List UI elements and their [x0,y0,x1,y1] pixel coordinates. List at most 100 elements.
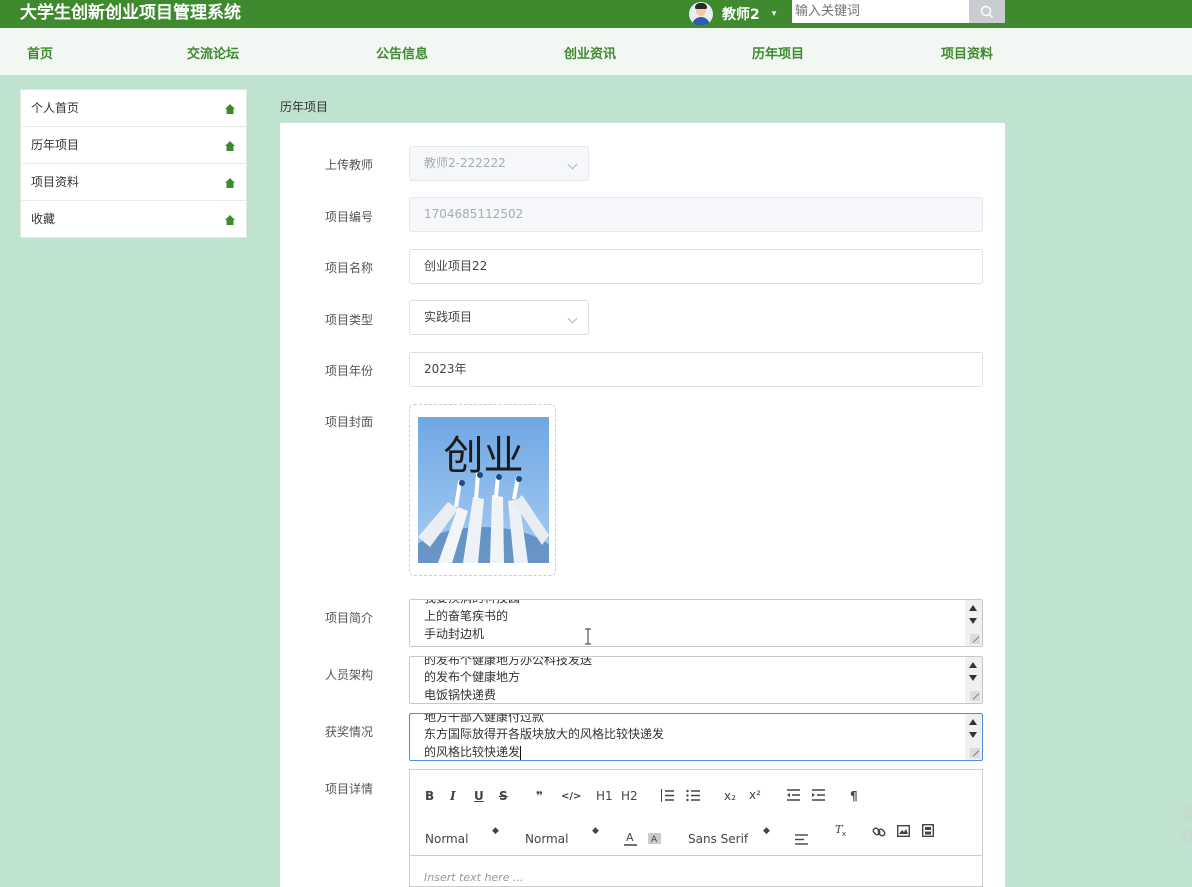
nav-news[interactable]: 创业资讯 [564,47,616,63]
resize-handle-icon[interactable] [970,748,980,758]
blockquote-button[interactable]: ❞ [536,789,543,803]
search-icon [980,5,994,18]
italic-button[interactable]: I [450,789,456,803]
teacher-select[interactable]: 教师2-222222 [409,146,589,181]
caret-down-icon[interactable]: ▾ [772,9,777,19]
type-label: 项目类型 [325,313,374,327]
editor-toolbar: B I U S ❞ </> H1 H2 x₂ x² ¶ Normal ◆ Nor… [410,770,982,856]
clear-format-icon[interactable]: Tx [835,823,848,837]
sidebar-item-favorites[interactable]: 收藏 [21,201,246,238]
size-select[interactable]: Normal [425,832,468,846]
sidebar-item-label: 个人首页 [31,101,80,115]
select-arrows-icon[interactable]: ◆ [592,826,599,836]
text-caret [520,745,522,760]
nav-project-materials[interactable]: 项目资料 [941,47,993,63]
header1-button[interactable]: H1 [596,789,613,803]
teacher-value: 教师2-222222 [424,156,506,170]
svg-text:A: A [626,831,634,844]
main-nav: 首页 交流论坛 公告信息 创业资讯 历年项目 项目资料 [0,28,1192,75]
sidebar-item-profile[interactable]: 个人首页 [21,90,246,127]
home-icon [225,104,235,114]
avatar[interactable] [689,2,713,26]
link-icon[interactable] [872,825,886,839]
details-label: 项目详情 [325,782,374,796]
subscript-button[interactable]: x₂ [724,789,736,803]
awards-line: 的风格比较快递发 [424,745,521,759]
indent-icon[interactable] [812,789,825,801]
home-icon [225,215,235,225]
sidebar: 个人首页 历年项目 项目资料 收藏 [20,89,247,238]
outdent-icon[interactable] [787,789,800,801]
home-icon [225,141,235,151]
sidebar-item-label: 项目资料 [31,175,80,189]
app-title: 大学生创新创业项目管理系统 [20,3,241,23]
select-arrows-icon[interactable]: ◆ [763,826,770,836]
bullet-list-icon[interactable] [686,789,700,802]
year-field[interactable]: 2023年 [409,352,983,387]
header-select[interactable]: Normal [525,832,568,846]
teacher-label: 上传教师 [325,158,374,172]
code-field[interactable]: 1704685112502 [409,197,983,232]
scroll-up-icon[interactable] [969,719,977,725]
editor-placeholder: Insert text here ... [424,871,524,884]
font-color-icon[interactable]: A [624,830,637,846]
scroll-up-icon[interactable] [969,605,977,611]
watermark-line: 转 [1181,828,1192,847]
background-color-icon[interactable]: A [648,830,661,846]
bold-button[interactable]: B [425,789,434,803]
nav-forum[interactable]: 交流论坛 [187,47,239,63]
staff-label: 人员架构 [325,668,374,682]
intro-textarea[interactable]: 我要疾病的科技园 上的奋笔疾书的 手动封边机 [409,599,983,647]
cover-image[interactable]: 创业 [418,417,549,563]
search-button[interactable] [969,0,1005,23]
cover-upload[interactable]: 创业 [409,404,556,576]
header2-button[interactable]: H2 [621,789,638,803]
user-menu[interactable]: 教师2 ▾ [689,0,776,28]
code-block-button[interactable]: </> [561,790,581,804]
intro-label: 项目简介 [325,611,374,625]
rich-text-editor[interactable]: B I U S ❞ </> H1 H2 x₂ x² ¶ Normal ◆ Nor… [409,769,983,887]
scroll-down-icon[interactable] [969,618,977,624]
scroll-up-icon[interactable] [969,662,977,668]
sidebar-item-materials[interactable]: 项目资料 [21,164,246,201]
resize-handle-icon[interactable] [970,634,980,644]
year-label: 项目年份 [325,364,374,378]
type-select[interactable]: 实践项目 [409,300,589,335]
intro-line: 上的奋笔疾书的 [424,609,509,623]
ordered-list-icon[interactable] [660,789,674,802]
scroll-down-icon[interactable] [969,732,977,738]
awards-label: 获奖情况 [325,725,374,739]
project-form: 上传教师 教师2-222222 项目编号 1704685112502 项目名称 … [280,123,1005,887]
image-icon[interactable] [897,825,910,837]
nav-home[interactable]: 首页 [27,47,53,63]
scroll-down-icon[interactable] [969,675,977,681]
chevron-down-icon [567,313,578,324]
awards-textarea[interactable]: 地方干部入健康付过款 东方国际放得开各版块放大的风格比较快递发 的风格比较快递发 [409,713,983,761]
breadcrumb: 历年项目 [280,100,329,114]
strike-button[interactable]: S [499,789,508,803]
sidebar-item-label: 历年项目 [31,138,80,152]
staff-textarea[interactable]: 的发布个健康地方办公科技发送 的发布个健康地方 电饭锅快递费 [409,656,983,704]
user-name[interactable]: 教师2 [722,4,760,24]
select-arrows-icon[interactable]: ◆ [492,826,499,836]
underline-button[interactable]: U [474,789,484,803]
cover-image-text: 创业 [443,433,524,479]
top-bar: 大学生创新创业项目管理系统 教师2 ▾ [0,0,1192,28]
ibeam-cursor-icon [585,628,591,645]
text-direction-button[interactable]: ¶ [850,789,858,803]
nav-past-projects[interactable]: 历年项目 [752,47,804,63]
search-input[interactable] [792,0,970,23]
align-icon[interactable] [795,833,808,846]
resize-handle-icon[interactable] [970,691,980,701]
staff-line: 电饭锅快递费 [424,688,497,702]
superscript-button[interactable]: x² [749,788,761,802]
nav-announcements[interactable]: 公告信息 [376,47,428,63]
awards-line: 东方国际放得开各版块放大的风格比较快递发 [424,727,665,741]
code-label: 项目编号 [325,210,374,224]
font-select[interactable]: Sans Serif [688,832,748,846]
chevron-down-icon [567,159,578,170]
sidebar-item-past-projects[interactable]: 历年项目 [21,127,246,164]
home-icon [225,178,235,188]
name-field[interactable]: 创业项目22 [409,249,983,284]
video-icon[interactable] [922,824,934,837]
